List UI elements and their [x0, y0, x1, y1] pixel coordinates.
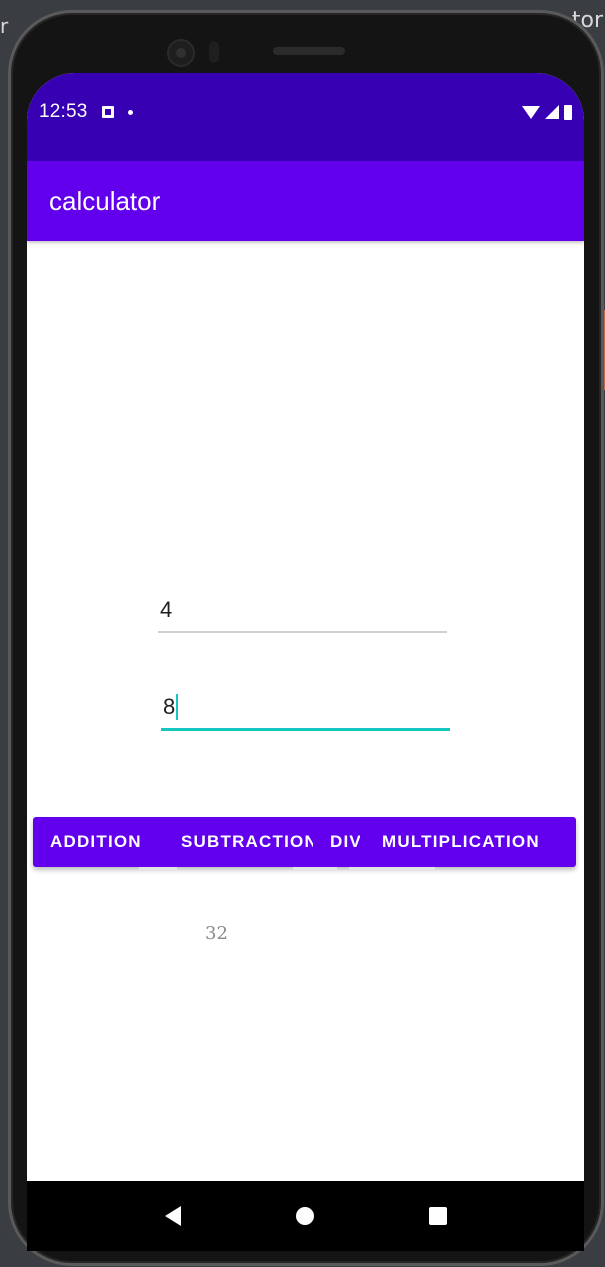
- subtraction-button[interactable]: SUBTRACTION: [181, 832, 313, 852]
- result-text: 32: [205, 923, 228, 944]
- app-bar: calculator: [27, 161, 584, 241]
- navigation-bar: [27, 1181, 584, 1251]
- second-number-input[interactable]: 8: [161, 689, 450, 731]
- notification-icon: [101, 106, 114, 118]
- addition-button[interactable]: ADDITION: [50, 832, 142, 852]
- phone-frame: 12:53 calculator 4 8 ADDITION SUBTRACTIO…: [8, 10, 604, 1266]
- earpiece-speaker: [273, 47, 345, 55]
- battery-icon: [564, 104, 572, 120]
- status-left: 12:53: [39, 101, 133, 123]
- main-content: 4 8 ADDITION SUBTRACTION DIVISION MULTIP…: [27, 241, 584, 1181]
- button-shadow: [293, 867, 337, 871]
- background-window-text-left: r: [0, 14, 9, 38]
- signal-icon: [545, 105, 559, 119]
- device-screen: 12:53 calculator 4 8 ADDITION SUBTRACTIO…: [27, 73, 584, 1251]
- status-right: [522, 104, 572, 120]
- status-clock: 12:53: [39, 101, 88, 122]
- home-icon[interactable]: [295, 1207, 314, 1225]
- app-title: calculator: [49, 185, 161, 216]
- back-icon[interactable]: [164, 1206, 181, 1226]
- second-number-value: 8: [163, 694, 176, 719]
- multiplication-button[interactable]: MULTIPLICATION: [382, 832, 572, 852]
- recents-icon[interactable]: [428, 1207, 447, 1225]
- wifi-icon: [522, 105, 540, 119]
- button-shadow: [349, 867, 435, 871]
- first-number-value: 4: [160, 597, 173, 622]
- operation-button-bar: ADDITION SUBTRACTION DIVISION MULTIPLICA…: [33, 817, 576, 867]
- text-cursor: [176, 694, 179, 720]
- dot-icon: [127, 109, 133, 115]
- division-button[interactable]: DIVISION: [330, 832, 360, 852]
- front-camera: [167, 39, 195, 67]
- first-number-input[interactable]: 4: [158, 591, 447, 633]
- status-bar: 12:53: [27, 73, 584, 161]
- button-shadow: [139, 867, 177, 871]
- proximity-sensor: [209, 41, 219, 63]
